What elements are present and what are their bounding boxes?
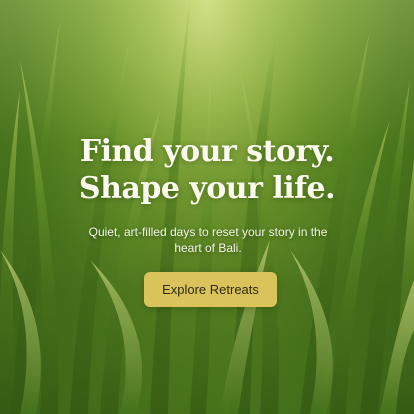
hero-content: Find your story. Shape your life. Quiet,… — [0, 0, 414, 414]
explore-retreats-button[interactable]: Explore Retreats — [144, 272, 277, 307]
hero-section: Find your story. Shape your life. Quiet,… — [0, 0, 414, 414]
headline-line-2: Shape your life. — [78, 171, 336, 206]
headline-line-1: Find your story. — [79, 134, 335, 169]
hero-subtitle: Quiet, art-filled days to reset your sto… — [88, 225, 328, 255]
